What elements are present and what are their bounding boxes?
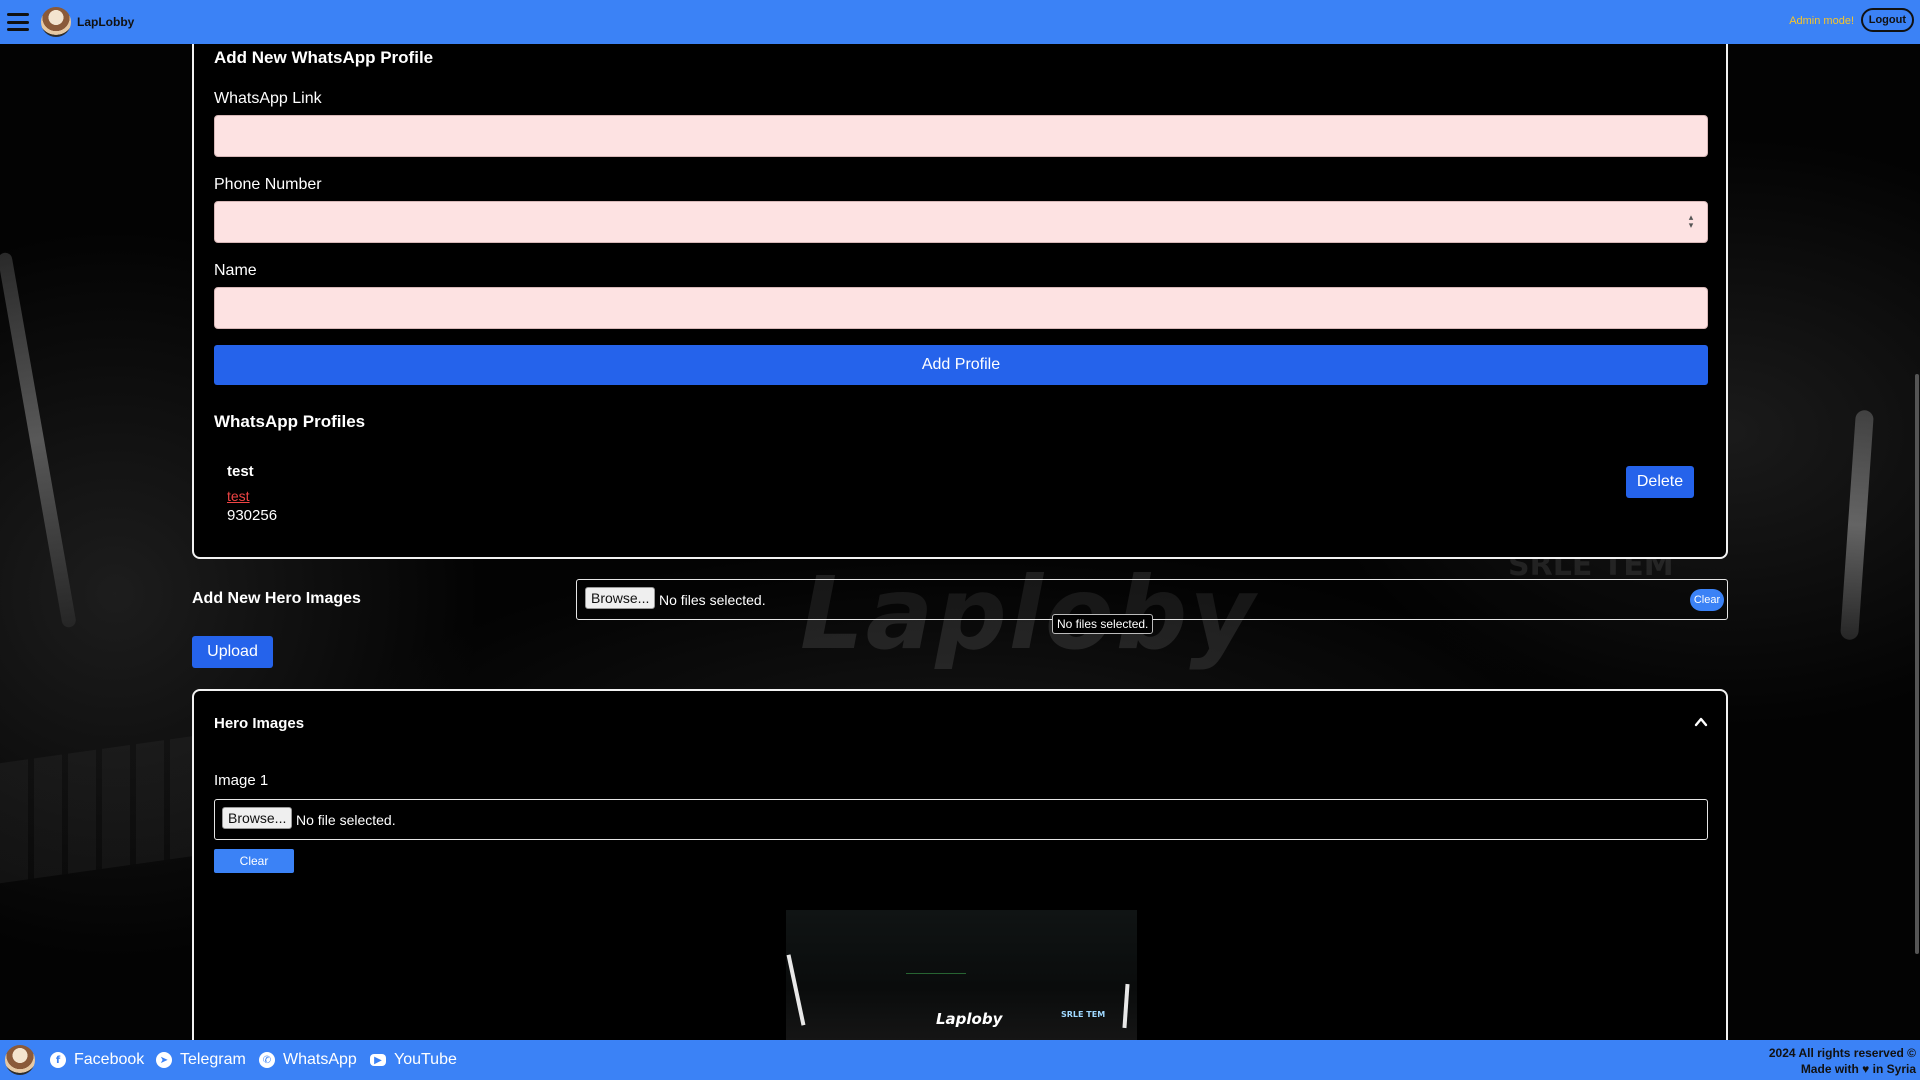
admin-mode-indicator: Admin mode! (1789, 15, 1854, 27)
delete-profile-button[interactable]: Delete (1626, 466, 1694, 498)
profile-name: test (227, 463, 254, 480)
footer-link-label: WhatsApp (283, 1051, 357, 1068)
whatsapp-link-label: WhatsApp Link (214, 90, 322, 107)
file-status: No files selected. (659, 592, 766, 608)
profile-link[interactable]: test (227, 488, 250, 504)
made-with-suffix: in Syria (1872, 1062, 1916, 1076)
whatsapp-icon: ✆ (259, 1052, 275, 1068)
brand-logo[interactable] (41, 7, 71, 37)
preview-logo-text: Laploby (936, 1010, 1003, 1028)
preview-sign-text: SRLE TEM (1061, 1010, 1106, 1019)
copyright-text: 2024 All rights reserved © Made with ♥ i… (1769, 1045, 1916, 1077)
clear-image-button[interactable]: Clear (214, 849, 294, 873)
hero-image-preview: Laploby SRLE TEM (786, 910, 1137, 1040)
upload-button[interactable]: Upload (192, 636, 273, 668)
heart-icon: ♥ (1862, 1062, 1870, 1076)
brand-name[interactable]: LapLobby (77, 15, 134, 29)
add-hero-images-label: Add New Hero Images (192, 590, 361, 607)
footer-link-label: YouTube (394, 1051, 457, 1068)
logout-button[interactable]: Logout (1860, 8, 1914, 32)
clear-files-button[interactable]: Clear (1690, 589, 1724, 611)
hamburger-menu-icon[interactable] (7, 13, 29, 31)
chevron-up-icon[interactable] (1694, 715, 1708, 729)
file-input-tooltip: No files selected. (1052, 614, 1154, 634)
page-scrollbar[interactable] (1914, 44, 1920, 1040)
browse-button[interactable]: Browse... (585, 587, 656, 609)
footer-link-facebook[interactable]: f Facebook (50, 1040, 144, 1080)
phone-number-input[interactable]: ▴ ▾ (214, 201, 1708, 243)
made-with-prefix: Made with (1800, 1062, 1859, 1076)
file-status: No file selected. (296, 812, 396, 828)
phone-number-label: Phone Number (214, 176, 322, 193)
footer-link-whatsapp[interactable]: ✆ WhatsApp (259, 1040, 357, 1080)
footer-link-label: Telegram (180, 1051, 246, 1068)
facebook-icon: f (50, 1052, 66, 1068)
hero-images-card: Hero Images Image 1 Browse... No file se… (192, 689, 1728, 1080)
footer: f Facebook ➤ Telegram ✆ WhatsApp ▶ YouTu… (0, 1040, 1920, 1080)
footer-link-youtube[interactable]: ▶ YouTube (370, 1040, 457, 1080)
whatsapp-profiles-title: WhatsApp Profiles (214, 412, 366, 431)
browse-button[interactable]: Browse... (222, 807, 293, 829)
admin-content: Add New WhatsApp Profile WhatsApp Link P… (0, 0, 1920, 1080)
profile-phone: 930256 (227, 507, 278, 524)
top-navbar: LapLobby Admin mode! Logout (0, 0, 1920, 44)
hero-images-title: Hero Images (214, 715, 305, 732)
telegram-icon: ➤ (156, 1052, 172, 1068)
whatsapp-profile-card: Add New WhatsApp Profile WhatsApp Link P… (192, 30, 1728, 559)
footer-logo[interactable] (5, 1045, 35, 1075)
whatsapp-link-input[interactable] (214, 115, 1708, 157)
name-input[interactable] (214, 287, 1708, 329)
footer-link-telegram[interactable]: ➤ Telegram (156, 1040, 246, 1080)
add-whatsapp-profile-title: Add New WhatsApp Profile (214, 48, 434, 67)
copyright-line: 2024 All rights reserved © (1768, 1046, 1916, 1060)
scrollbar-thumb[interactable] (1915, 374, 1919, 954)
footer-link-label: Facebook (74, 1051, 145, 1068)
number-spinner-icon[interactable]: ▴ ▾ (1687, 214, 1695, 232)
image-1-file-input[interactable]: Browse... No file selected. (214, 799, 1708, 840)
image-1-label: Image 1 (214, 772, 269, 789)
youtube-icon: ▶ (370, 1054, 386, 1066)
add-profile-button[interactable]: Add Profile (214, 345, 1708, 385)
made-with-line: Made with ♥ in Syria (1769, 1061, 1916, 1077)
name-label: Name (214, 262, 257, 279)
